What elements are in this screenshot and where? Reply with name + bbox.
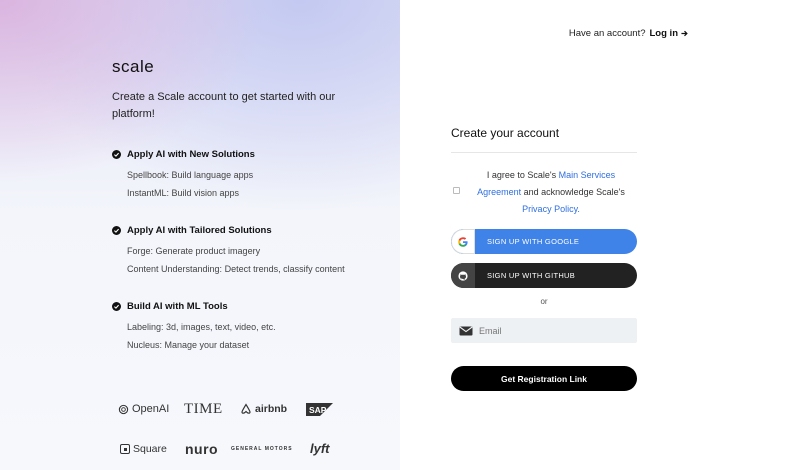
divider (451, 152, 637, 153)
feature-tailored-solutions: Apply AI with Tailored Solutions Forge: … (112, 225, 345, 274)
feature-ml-tools: Build AI with ML Tools Labeling: 3d, ima… (112, 301, 276, 350)
scale-logo: scale (112, 57, 155, 76)
feature-new-solutions: Apply AI with New Solutions Spellbook: B… (112, 149, 255, 198)
tagline: Create a Scale account to get started wi… (112, 91, 336, 120)
sap-logo: SAP (306, 403, 333, 416)
privacy-policy-link[interactable]: Privacy Policy. (522, 204, 580, 214)
openai-logo: OpenAI (118, 403, 169, 415)
form-title: Create your account (451, 126, 560, 140)
checkmark-icon (112, 150, 121, 159)
lyft-logo: lyft (310, 441, 330, 456)
google-signup-button[interactable]: SIGN UP WITH GOOGLE (451, 229, 637, 254)
feature-item: InstantML: Build vision apps (127, 188, 240, 198)
square-icon (120, 444, 130, 454)
airbnb-logo: airbnb (240, 403, 287, 415)
email-input[interactable] (479, 325, 619, 336)
github-signup-label: SIGN UP WITH GITHUB (487, 271, 576, 280)
svg-text:SAP: SAP (309, 405, 327, 415)
checkmark-icon (112, 226, 121, 235)
or-separator: or (540, 297, 548, 306)
envelope-icon (459, 326, 473, 335)
feature-title: Apply AI with New Solutions (127, 149, 255, 160)
airbnb-icon (241, 403, 251, 414)
left-panel: scale Create a Scale account to get star… (0, 0, 400, 470)
feature-item: Labeling: 3d, images, text, video, etc. (127, 322, 276, 332)
feature-item: Forge: Generate product imagery (127, 246, 261, 256)
github-signup-button[interactable]: SIGN UP WITH GITHUB (451, 263, 637, 288)
feature-title: Build AI with ML Tools (127, 301, 228, 312)
time-logo: TIME (184, 401, 223, 417)
have-account-text: Have an account? (568, 28, 646, 39)
feature-item: Spellbook: Build language apps (127, 170, 254, 180)
nuro-logo: nuro (185, 441, 219, 457)
login-prompt: Have an account? Log in (569, 28, 688, 39)
github-icon (451, 263, 475, 288)
signup-form: Create your account I agree to Scale's M… (451, 126, 637, 391)
general-motors-logo: GENERAL MOTORS (231, 446, 293, 452)
login-link[interactable]: Log in (650, 28, 689, 39)
openai-icon (118, 404, 129, 414)
email-field-container[interactable] (451, 318, 637, 343)
feature-item: Nucleus: Manage your dataset (127, 340, 250, 350)
arrow-right-icon (681, 30, 688, 37)
terms-agreement: I agree to Scale's Main Services Agreeme… (451, 167, 637, 218)
terms-checkbox[interactable] (453, 187, 460, 194)
square-logo: Square (120, 443, 167, 455)
google-signup-label: SIGN UP WITH GOOGLE (487, 237, 580, 246)
feature-item: Content Understanding: Detect trends, cl… (127, 264, 345, 274)
google-icon (451, 229, 475, 254)
checkmark-icon (112, 302, 121, 311)
get-registration-link-button[interactable]: Get Registration Link (451, 366, 637, 391)
feature-title: Apply AI with Tailored Solutions (127, 225, 272, 236)
